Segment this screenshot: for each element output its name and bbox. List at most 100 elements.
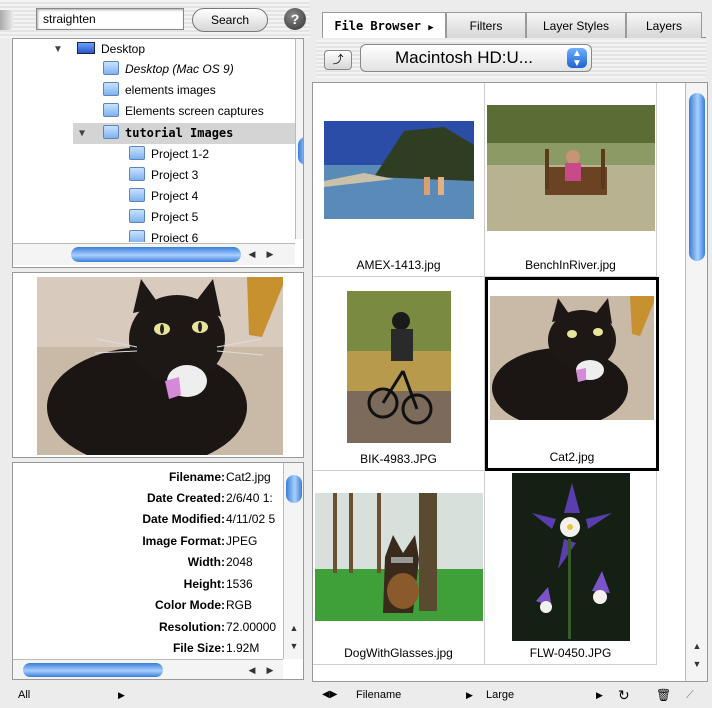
- scroll-down-arrow-icon[interactable]: ▼: [287, 639, 301, 653]
- path-popup-menu[interactable]: Macintosh HD:U... ▲ ▼: [360, 44, 592, 72]
- meta-value: JPEG: [226, 534, 258, 548]
- thumbnail-filename: BenchInRiver.jpg: [525, 258, 616, 272]
- folder-icon: [129, 230, 145, 242]
- dog-photo-thumbnail: [314, 493, 483, 621]
- tree-item-desktop[interactable]: ▼ Desktop: [51, 39, 295, 60]
- search-input[interactable]: [36, 8, 184, 30]
- scroll-left-arrow-icon[interactable]: ◀: [245, 247, 259, 261]
- resize-grip-icon[interactable]: ⟋: [686, 686, 694, 704]
- tree-vertical-scrollbar[interactable]: ▲ ▼: [295, 39, 303, 239]
- beach-photo-thumbnail: [323, 121, 474, 219]
- bike-photo-thumbnail: [346, 291, 451, 443]
- metadata-vertical-scrollbar[interactable]: ▲ ▼: [283, 463, 303, 659]
- meta-label: Date Created:: [146, 491, 225, 505]
- tree-item-desktop-mac-os-9[interactable]: Desktop (Mac OS 9): [103, 59, 295, 80]
- sort-menu-arrow-icon[interactable]: ▶: [466, 686, 473, 704]
- thumbnail-filename: AMEX-1413.jpg: [356, 258, 441, 272]
- thumbnail-cell[interactable]: AMEX-1413.jpg: [313, 83, 485, 277]
- scroll-right-arrow-icon[interactable]: ▶: [263, 247, 277, 261]
- meta-value: RGB: [226, 598, 253, 612]
- rotate-icon[interactable]: ↻: [618, 686, 630, 704]
- tree-horizontal-scrollbar[interactable]: ◀ ▶: [13, 243, 295, 265]
- tab-filters[interactable]: Filters: [446, 12, 526, 38]
- thumbnail-cell[interactable]: FLW-0450.JPG: [485, 471, 657, 665]
- tree-item-tutorial-images[interactable]: ▼ tutorial Images: [73, 123, 295, 144]
- meta-label: Color Mode:: [155, 598, 225, 612]
- tree-item-project-5[interactable]: Project 5: [129, 207, 295, 228]
- metadata-horizontal-scrollbar[interactable]: ◀ ▶: [13, 659, 283, 679]
- tab-layers[interactable]: Layers: [626, 12, 702, 38]
- view-size-label[interactable]: Large: [486, 686, 514, 704]
- scroll-down-arrow-icon[interactable]: ▼: [690, 657, 704, 671]
- scroll-up-arrow-icon[interactable]: ▲: [287, 621, 301, 635]
- thumbnail-filename: Cat2.jpg: [549, 450, 595, 464]
- up-folder-icon[interactable]: ⤴: [324, 50, 352, 70]
- thumbnail-filename: BIK-4983.JPG: [360, 452, 437, 466]
- scroll-up-arrow-icon[interactable]: ▲: [299, 205, 303, 219]
- path-label: Macintosh HD:U...: [395, 48, 533, 67]
- meta-value: 2/6/40 1:: [226, 491, 273, 505]
- scroll-right-arrow-icon[interactable]: ▶: [263, 663, 277, 677]
- meta-label: Width:: [187, 555, 225, 569]
- popup-arrows-icon: ▲ ▼: [567, 48, 587, 69]
- panel-edge-icon: [0, 10, 14, 30]
- folder-icon: [103, 125, 119, 139]
- disclosure-triangle-icon[interactable]: ▼: [53, 39, 63, 60]
- meta-row-image-format: Image Format: JPEG: [13, 531, 285, 552]
- thumbnail-filename: DogWithGlasses.jpg: [344, 646, 453, 660]
- meta-value: 72.00000: [226, 620, 277, 634]
- scroll-down-arrow-icon[interactable]: ▼: [299, 223, 303, 237]
- palette-tab-bar: File Browser ▶ Filters Layer Styles Laye…: [322, 12, 706, 38]
- meta-label: Resolution:: [159, 620, 225, 634]
- search-button[interactable]: Search: [192, 8, 268, 32]
- folder-icon: [129, 167, 145, 181]
- thumbnail-cell[interactable]: BenchInRiver.jpg: [485, 83, 657, 277]
- grid-vertical-scrollbar[interactable]: ▲ ▼: [685, 83, 707, 681]
- flower-photo-thumbnail: [511, 473, 630, 641]
- filter-menu-arrow-icon[interactable]: ▶: [118, 686, 125, 704]
- tree-item-project-6[interactable]: Project 6: [129, 228, 295, 242]
- thumbnail-cell[interactable]: DogWithGlasses.jpg: [313, 471, 485, 665]
- tree-scroll-thumb[interactable]: [298, 137, 303, 165]
- meta-row-width: Width: 2048: [13, 552, 285, 573]
- tree-item-project-4[interactable]: Project 4: [129, 186, 295, 207]
- disclosure-triangle-icon[interactable]: ▼: [79, 123, 85, 144]
- tree-item-elements-images[interactable]: elements images: [103, 80, 295, 101]
- folder-icon: [103, 61, 119, 75]
- scroll-up-arrow-icon[interactable]: ▲: [690, 639, 704, 653]
- meta-row-file-size: File Size: 1.92M: [13, 638, 285, 659]
- folder-icon: [129, 209, 145, 223]
- sort-by-label[interactable]: Filename: [356, 686, 401, 704]
- tab-layer-styles[interactable]: Layer Styles: [526, 12, 626, 38]
- size-menu-arrow-icon[interactable]: ▶: [596, 686, 603, 704]
- grid-scroll-thumb[interactable]: [689, 93, 705, 261]
- meta-label: Filename:: [168, 470, 225, 484]
- help-icon[interactable]: ?: [284, 8, 306, 30]
- meta-row-height: Height: 1536: [13, 574, 285, 595]
- view-filter-label[interactable]: All: [18, 686, 30, 704]
- metadata-hscroll-thumb[interactable]: [23, 663, 163, 677]
- river-photo-thumbnail: [486, 105, 655, 231]
- trash-icon[interactable]: 🗑: [656, 686, 671, 704]
- meta-value: 2048: [226, 555, 253, 569]
- thumbnail-filename: FLW-0450.JPG: [529, 646, 612, 660]
- tree-item-project-3[interactable]: Project 3: [129, 165, 295, 186]
- dock-arrows-icon[interactable]: ◀▶: [322, 686, 337, 704]
- tree-item-project-1-2[interactable]: Project 1-2: [129, 144, 295, 165]
- scroll-left-arrow-icon[interactable]: ◀: [245, 663, 259, 677]
- meta-value: 4/11/02 5: [226, 512, 276, 526]
- meta-value: 1536: [226, 577, 253, 591]
- meta-row-color-mode: Color Mode: RGB: [13, 595, 285, 616]
- meta-row-filename: Filename: Cat2.jpg: [13, 467, 285, 488]
- meta-value: 1.92M: [226, 641, 260, 655]
- tree-hscroll-thumb[interactable]: [71, 247, 241, 262]
- thumbnail-cell[interactable]: BIK-4983.JPG: [313, 277, 485, 471]
- metadata-scroll-thumb[interactable]: [286, 475, 302, 503]
- thumbnail-cell-selected[interactable]: Cat2.jpg: [485, 277, 659, 471]
- metadata-panel: Filename: Cat2.jpg Date Created: 2/6/40 1:…: [12, 462, 304, 680]
- meta-row-resolution: Resolution: 72.00000: [13, 617, 285, 638]
- tab-file-browser[interactable]: File Browser ▶: [322, 12, 446, 38]
- meta-label: Date Modified:: [142, 512, 225, 526]
- folder-icon: [129, 188, 145, 202]
- tree-item-elements-screen-captures[interactable]: Elements screen captures: [103, 101, 295, 122]
